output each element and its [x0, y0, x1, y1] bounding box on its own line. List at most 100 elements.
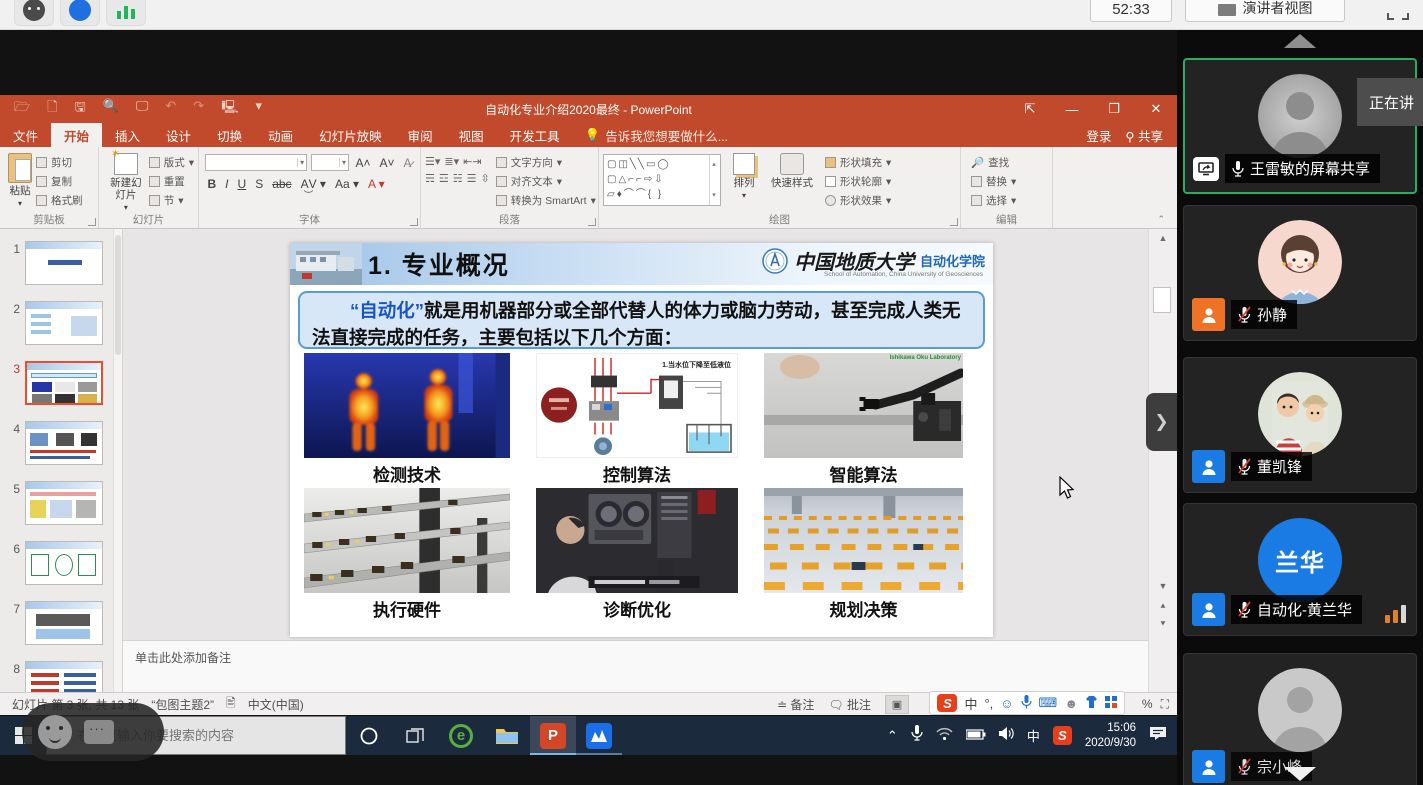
cut-button[interactable]: 剪切 — [36, 155, 83, 170]
tab-insert[interactable]: 插入 — [102, 123, 153, 147]
section-button[interactable]: 节 ▾ — [149, 193, 194, 208]
fit-slide-icon[interactable]: ⛶ — [1161, 697, 1169, 712]
layout-button[interactable]: 版式 ▾ — [149, 155, 194, 170]
keyboard-icon[interactable]: ⌨ — [1039, 695, 1058, 711]
clipboard-dialog-launcher[interactable] — [88, 218, 96, 226]
theme-name[interactable]: “包图主题2” — [151, 696, 214, 713]
fullscreen-icon[interactable] — [1387, 2, 1409, 20]
language-status[interactable]: 中文(中国) — [248, 696, 304, 713]
reset-button[interactable]: 重置 — [149, 174, 194, 189]
paste-button[interactable]: 粘贴▾ — [4, 151, 36, 214]
bullets-icon[interactable]: ☰▾ — [425, 155, 440, 168]
numbering-icon[interactable]: ≣▾ — [444, 155, 459, 168]
punctuation-toggle[interactable]: °, — [984, 696, 993, 711]
scrollbar-thumb[interactable] — [1153, 287, 1171, 313]
notification-center-icon[interactable] — [1149, 726, 1167, 746]
font-size-combo[interactable]: ▾ — [311, 154, 349, 171]
char-spacing-button[interactable]: A͜V ▾ — [298, 177, 328, 191]
normal-view-button[interactable]: ▣ — [885, 695, 909, 714]
sign-in-button[interactable]: 登录 — [1086, 126, 1111, 145]
restore-button[interactable]: ❐ — [1093, 95, 1135, 123]
ime-mode-toggle[interactable]: 中 — [964, 694, 977, 713]
spellcheck-icon[interactable]: 🖹 — [226, 694, 236, 715]
tab-file[interactable]: 文件 — [0, 123, 51, 147]
slide-thumbnail[interactable] — [25, 661, 103, 692]
slide-thumbnail-selected[interactable] — [25, 361, 103, 405]
close-button[interactable]: ✕ — [1135, 95, 1177, 123]
clear-format-button[interactable]: A̷ — [401, 156, 414, 170]
shape-fill-button[interactable]: 形状填充 ▾ — [825, 155, 891, 170]
shape-outline-button[interactable]: 形状轮廓 ▾ — [825, 174, 891, 189]
text-direction-button[interactable]: 文字方向 ▾ — [496, 155, 596, 170]
smartart-button[interactable]: 转换为 SmartArt ▾ — [496, 193, 596, 208]
copy-button[interactable]: 复制 — [36, 174, 83, 189]
meeting-floating-bar[interactable] — [22, 703, 164, 761]
notes-toggle[interactable]: ≐ 备注 — [777, 696, 814, 713]
slide-thumbnail[interactable] — [25, 541, 103, 585]
arrange-button[interactable]: 排列▾ — [729, 151, 759, 214]
tab-animations[interactable]: 动画 — [255, 123, 306, 147]
participant-tile[interactable]: 宗小峰 — [1183, 653, 1417, 785]
taskbar-clock[interactable]: 15:06 2020/9/30 — [1085, 721, 1136, 751]
align-left-icon[interactable]: ☴ — [425, 172, 435, 185]
font-color-button[interactable]: A ▾ — [365, 177, 387, 191]
change-case-button[interactable]: Aa ▾ — [332, 177, 361, 191]
chat-bubble-icon[interactable] — [84, 720, 114, 744]
previous-slide-button[interactable]: ⯅ — [1149, 601, 1177, 612]
slide-3[interactable]: 1. 专业概况 中国地质大学 自动化学院 — [290, 243, 993, 637]
browser-icon[interactable]: e — [438, 716, 484, 755]
audio-level-button[interactable] — [106, 0, 146, 26]
line-spacing-icon[interactable]: ⇳ — [481, 172, 490, 185]
tray-mic-icon[interactable] — [911, 725, 923, 746]
cortana-button[interactable] — [346, 716, 392, 755]
tray-ime-mode[interactable]: 中 — [1027, 726, 1040, 745]
slide-thumbnail[interactable] — [25, 241, 103, 285]
bold-button[interactable]: B — [205, 177, 219, 191]
comments-toggle[interactable]: 🗨 批注 — [828, 696, 871, 713]
replace-button[interactable]: 替换 ▾ — [971, 174, 1048, 189]
shapes-gallery[interactable]: ▢◫╲╲▭◯▢△⌐⌐⇨⇩▱♦⌒⌒{ } ▴▾ — [603, 154, 721, 206]
emoji-icon[interactable]: ☺ — [1000, 696, 1013, 711]
slide-thumbnail[interactable] — [25, 601, 103, 645]
sogou-icon[interactable]: S — [937, 694, 957, 712]
tray-sogou-icon[interactable]: S — [1053, 726, 1072, 745]
ribbon-options-button[interactable]: ⇱ — [1009, 95, 1051, 123]
align-right-icon[interactable]: ☵ — [453, 172, 463, 185]
wifi-icon[interactable] — [936, 727, 953, 745]
emoji-reaction-icon[interactable] — [38, 715, 72, 749]
scroll-down-icon[interactable]: ▼ — [1149, 581, 1177, 591]
slide-canvas[interactable]: 1. 专业概况 中国地质大学 自动化学院 — [123, 229, 1148, 640]
participants-scroll-up[interactable] — [1284, 34, 1316, 48]
participant-face-button[interactable] — [14, 0, 54, 26]
slide-thumbnail[interactable] — [25, 421, 103, 465]
share-button[interactable]: ⚲ 共享 — [1125, 126, 1163, 145]
shadow-button[interactable]: S — [253, 177, 266, 191]
shrink-font-button[interactable]: A˅ — [377, 156, 397, 170]
grow-font-button[interactable]: A˄ — [353, 156, 373, 170]
slide-thumbnail[interactable] — [25, 301, 103, 345]
indent-icons[interactable]: ⇤⇥ — [463, 155, 481, 168]
participant-tile[interactable]: 孙静 — [1183, 205, 1417, 341]
shapes-scrollbar[interactable]: ▴▾ — [709, 155, 720, 205]
sogou-ime-toolbar[interactable]: S 中 °, ☺ ⌨ ☻ — [929, 691, 1125, 715]
slide-thumbnail[interactable] — [25, 481, 103, 525]
minimize-button[interactable]: — — [1051, 95, 1093, 123]
font-dialog-launcher[interactable] — [410, 218, 418, 226]
skin-person-icon[interactable]: ☻ — [1064, 696, 1078, 711]
skin-icon[interactable] — [1085, 696, 1098, 711]
tab-developer[interactable]: 开发工具 — [497, 123, 573, 147]
shape-effects-button[interactable]: 形状效果 ▾ — [825, 193, 891, 208]
find-button[interactable]: 🔎查找 — [971, 155, 1048, 170]
member-button[interactable] — [60, 0, 100, 26]
align-center-icon[interactable]: ☲ — [439, 172, 449, 185]
meeting-app-icon[interactable] — [576, 716, 622, 755]
drawing-dialog-launcher[interactable] — [950, 218, 958, 226]
tab-design[interactable]: 设计 — [153, 123, 204, 147]
quick-styles-button[interactable]: 快速样式 — [767, 151, 817, 214]
select-button[interactable]: 选择 ▾ — [971, 193, 1048, 208]
zoom-percent[interactable]: % — [1142, 697, 1153, 711]
participants-scroll-down[interactable] — [1284, 767, 1316, 781]
speaker-icon[interactable] — [999, 727, 1014, 745]
align-text-button[interactable]: 对齐文本 ▾ — [496, 174, 596, 189]
tray-expand-icon[interactable]: ⌃ — [887, 728, 898, 744]
